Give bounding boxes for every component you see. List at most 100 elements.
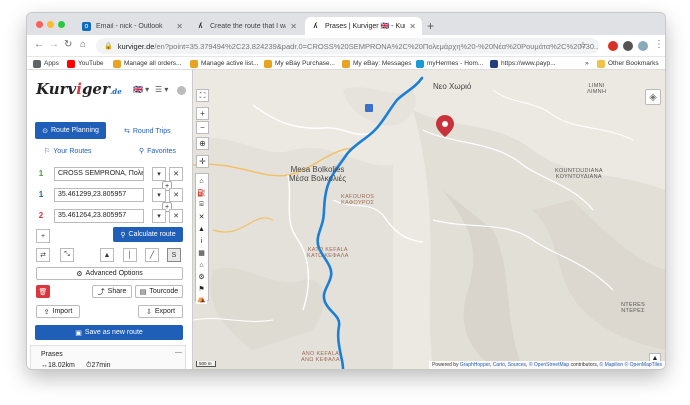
attribution-link[interactable]: © OpenStreetMap: [529, 362, 569, 368]
tent-icon[interactable]: ⛺: [196, 294, 207, 304]
calculate-route-button[interactable]: ⚲ Calculate route: [113, 227, 183, 242]
round-trips-tab[interactable]: ⇆ Round Trips: [124, 127, 171, 136]
more-menu-icon[interactable]: ⋮: [654, 39, 664, 50]
optimize-route-button[interactable]: ⤡: [60, 248, 74, 262]
waypoint-input[interactable]: 35.461264,23.805957: [54, 209, 144, 223]
zoom-out-button[interactable]: −: [196, 121, 209, 134]
new-tab-button[interactable]: +: [427, 19, 434, 33]
road-type-straight-button[interactable]: │: [123, 248, 137, 262]
address-bar[interactable]: 🔒 kurviger.de /en?point=35.379494%2C23.8…: [96, 38, 599, 54]
road-type-curvy-button[interactable]: ╱: [145, 248, 159, 262]
flag-icon[interactable]: ⚑: [196, 284, 207, 294]
bed-icon[interactable]: ⌸: [196, 200, 207, 210]
building-icon[interactable]: ▦: [196, 248, 207, 258]
crosshair-icon[interactable]: ✛: [196, 155, 209, 168]
share-button[interactable]: ⤴ Share: [92, 285, 132, 298]
road-type-fast-button[interactable]: ▲: [100, 248, 114, 262]
route-planning-button[interactable]: ⊙ Route Planning: [35, 122, 106, 139]
close-tab-icon[interactable]: ✕: [409, 22, 416, 31]
route-map[interactable]: Νεο Χωριό LIMNI ΛΙΜΝΗ Mesa Bolkolies Μέσ…: [193, 70, 665, 369]
delete-route-button[interactable]: 🗑: [36, 285, 50, 298]
waypoint-input[interactable]: 35.461299,23.805957: [54, 188, 144, 202]
bookmark-apps[interactable]: Apps: [33, 58, 59, 69]
locate-me-icon[interactable]: ⊕: [196, 137, 209, 150]
museum-icon[interactable]: ⌂: [196, 260, 207, 270]
bookmark-more[interactable]: »: [585, 58, 589, 69]
round-trip-icon: ⇆: [124, 128, 130, 135]
home-icon[interactable]: ⌂: [80, 39, 86, 50]
place-label: LIMNI ΛΙΜΝΗ: [587, 83, 607, 95]
favorites-link[interactable]: ⚲ Favorites: [139, 147, 176, 156]
reload-icon[interactable]: ↻: [64, 39, 72, 50]
export-button[interactable]: ⇩ Export: [138, 305, 183, 318]
reverse-route-button[interactable]: ⇄: [36, 248, 50, 262]
tab-prases[interactable]: ʎ Prases | Kurviger 🇬🇧 - Kurviger ✕: [305, 17, 422, 35]
bookmarks-bar: Apps YouTube Manage all orders... Manage…: [27, 57, 665, 70]
fuel-icon[interactable]: ⛽: [196, 188, 207, 198]
tab-title: Create the route that I want - Ku: [210, 22, 286, 30]
close-tab-icon[interactable]: ✕: [290, 22, 297, 31]
bookmark-ebay-purchases[interactable]: My eBay Purchase...: [264, 58, 335, 69]
other-bookmarks[interactable]: Other Bookmarks: [597, 58, 659, 69]
remove-waypoint-button[interactable]: ✕: [169, 209, 183, 223]
user-avatar-icon[interactable]: [177, 86, 186, 95]
attribution-link[interactable]: © Mapilion: [600, 362, 624, 368]
cutlery-icon[interactable]: ✕: [196, 212, 207, 222]
ebay-icon: [342, 59, 350, 68]
road-type-extra-curvy-button[interactable]: S: [167, 248, 181, 262]
profile-avatar[interactable]: [638, 41, 648, 51]
ebay-icon: [113, 59, 121, 68]
info-icon[interactable]: i: [196, 236, 207, 246]
bookmark-myhermes[interactable]: myHermes - Hom...: [416, 58, 483, 69]
bookmark-ebay-listings[interactable]: Manage active list...: [190, 58, 258, 69]
maximize-window-button[interactable]: [58, 21, 65, 28]
language-select[interactable]: 🇬🇧 ▾: [133, 85, 149, 94]
forward-icon[interactable]: →: [49, 39, 59, 50]
tab-create-route[interactable]: ʎ Create the route that I want - Ku ✕: [190, 17, 303, 35]
fullscreen-icon[interactable]: ⛶: [196, 89, 209, 102]
collapse-summary-button[interactable]: —: [175, 349, 182, 356]
tab-title: Prases | Kurviger 🇬🇧 - Kurviger: [325, 23, 405, 30]
zoom-in-button[interactable]: +: [196, 107, 209, 120]
waypoint-options-dropdown[interactable]: ▾: [152, 167, 166, 181]
tab-outlook[interactable]: o Email - nick - Outlook ✕: [76, 17, 189, 35]
waypoint-number: 1: [38, 190, 44, 199]
place-label: NTERES ΝΤΕΡΕΣ: [621, 302, 646, 314]
waypoint-options-dropdown[interactable]: ▾: [152, 209, 166, 223]
tourcode-button[interactable]: ▤ Tourcode: [135, 285, 183, 298]
bookmark-ebay-orders[interactable]: Manage all orders...: [113, 58, 181, 69]
mountain-icon[interactable]: ▲: [196, 224, 207, 234]
back-icon[interactable]: ←: [34, 39, 44, 50]
your-routes-link[interactable]: ⚐ Your Routes: [44, 147, 92, 156]
waypoint-options-dropdown[interactable]: ▾: [152, 188, 166, 202]
bookmark-star-icon[interactable]: ☆: [579, 40, 587, 51]
import-button[interactable]: ⇪ Import: [36, 305, 80, 318]
add-waypoint-button[interactable]: +: [36, 229, 50, 243]
chevron-right-icon: »: [585, 60, 589, 67]
remove-waypoint-button[interactable]: ✕: [169, 167, 183, 181]
bookmark-ebay-messages[interactable]: My eBay: Messages: [342, 58, 412, 69]
advanced-options-button[interactable]: ⚙ Advanced Options: [36, 267, 183, 280]
extension-puzzle-icon[interactable]: [623, 41, 633, 51]
attribution-link[interactable]: GraphHopper: [460, 362, 490, 368]
url-path: /en?point=35.379494%2C23.824239&padr.0=C…: [154, 41, 599, 51]
save-route-button[interactable]: ▣ Save as new route: [35, 325, 183, 340]
waypoint-input[interactable]: CROSS SEMPRONA, Πολε: [54, 167, 144, 181]
bookmark-youtube[interactable]: YouTube: [67, 58, 104, 69]
gear-icon[interactable]: ⚙: [196, 272, 207, 282]
extension-icon[interactable]: [608, 41, 618, 51]
bookmark-paypal[interactable]: https://www.payp...: [490, 58, 556, 69]
minimize-window-button[interactable]: [47, 21, 54, 28]
kurviger-logo[interactable]: Kurviger.de: [36, 80, 122, 98]
home-icon[interactable]: ⌂: [196, 176, 207, 186]
attribution-link[interactable]: © OpenMapTiles: [625, 362, 662, 368]
share-icon: ⤴: [97, 288, 105, 296]
remove-waypoint-button[interactable]: ✕: [169, 188, 183, 202]
menu-dropdown[interactable]: ☰ ▾: [155, 85, 168, 94]
layers-icon[interactable]: ◈: [645, 89, 661, 105]
waypoint-number: 1: [38, 169, 44, 178]
attribution-link[interactable]: Sources: [508, 362, 526, 368]
close-window-button[interactable]: [36, 21, 43, 28]
attribution-link[interactable]: Carto: [493, 362, 505, 368]
close-tab-icon[interactable]: ✕: [176, 22, 183, 31]
